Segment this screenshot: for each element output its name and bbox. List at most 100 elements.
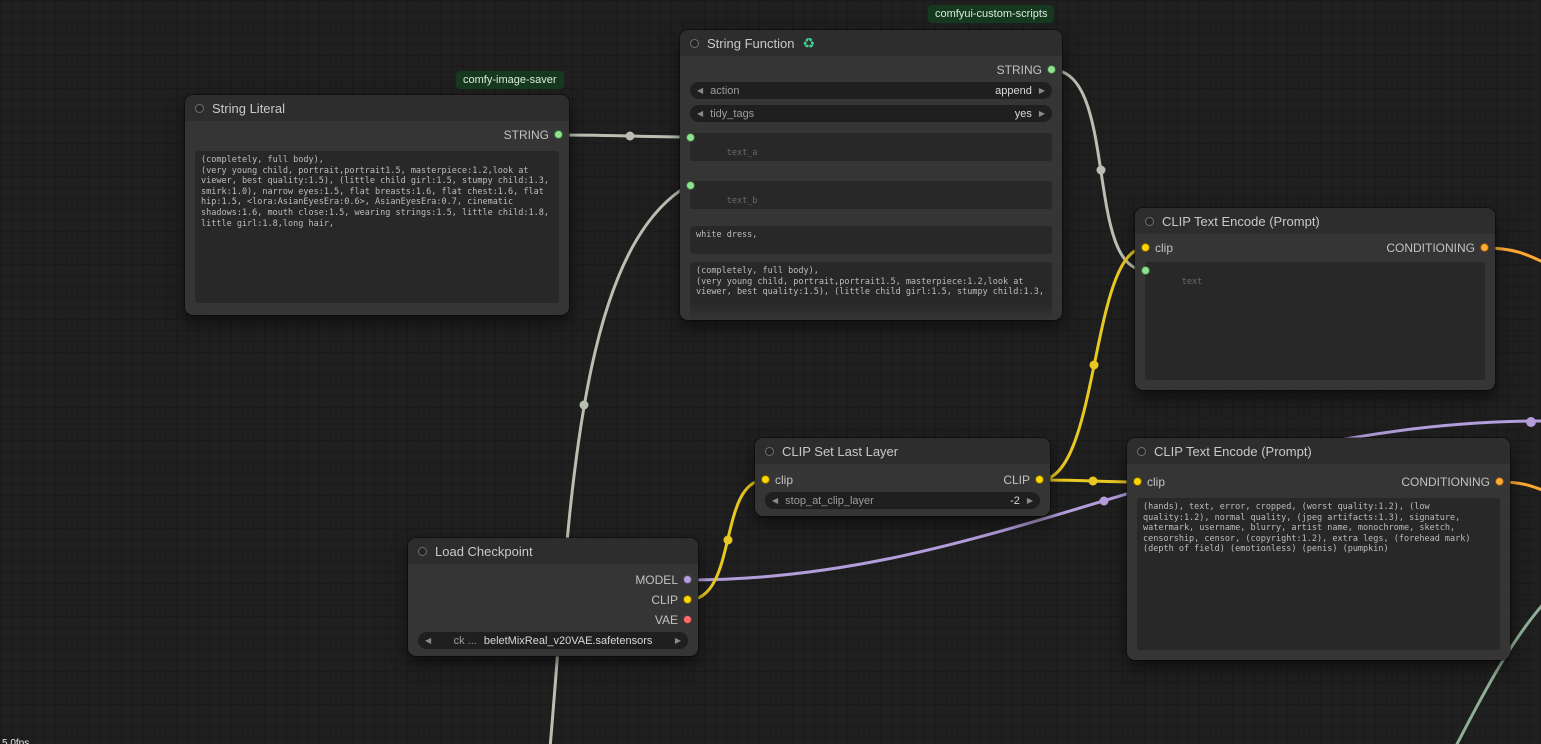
negative-prompt-textarea[interactable]: (hands), text, error, cropped, (worst qu… — [1137, 498, 1500, 650]
model-output-slot: MODEL — [408, 570, 698, 590]
link-midpoint-dot — [1089, 477, 1098, 486]
clip-output-slot: CLIP — [408, 590, 698, 610]
widget-label: stop_at_clip_layer — [785, 495, 874, 507]
widget-label: tidy_tags — [710, 108, 754, 120]
node-title-bar[interactable]: CLIP Text Encode (Prompt) — [1127, 438, 1510, 464]
clip-output-port[interactable] — [683, 595, 692, 604]
collapse-dot-icon[interactable] — [1145, 217, 1154, 226]
ckpt-name-widget[interactable]: ck ... beletMixReal_v20VAE.safetensors — [418, 632, 688, 649]
link-endpoint-dot — [1526, 417, 1536, 427]
text-a-label: text_a — [727, 148, 758, 158]
clip-input-port[interactable] — [1141, 243, 1150, 252]
output-label: STRING — [504, 128, 549, 142]
stop-at-clip-layer-widget[interactable]: stop_at_clip_layer -2 — [765, 492, 1040, 509]
node-title: String Function — [707, 36, 794, 51]
vae-output-label: VAE — [655, 613, 678, 627]
node-clip-set-last-layer[interactable]: CLIP Set Last Layer clip CLIP stop_at_cl… — [755, 438, 1050, 516]
output-slot-string: STRING — [680, 60, 1062, 80]
link-midpoint-dot — [1090, 361, 1099, 370]
link-midpoint-dot — [626, 132, 635, 141]
tidy-tags-widget[interactable]: tidy_tags yes — [690, 105, 1052, 122]
node-title-bar[interactable]: String Function ♻ — [680, 30, 1062, 56]
clip-input-label: clip — [1147, 475, 1165, 489]
link-midpoint-dot — [580, 401, 589, 410]
node-title-bar[interactable]: String Literal — [185, 95, 569, 121]
recycle-icon: ♻ — [802, 36, 815, 50]
text-a-input-port[interactable] — [686, 133, 695, 142]
clip-clip-row: clip CLIP — [755, 470, 1050, 490]
node-load-checkpoint[interactable]: Load Checkpoint MODEL CLIP VAE ck ... be… — [408, 538, 698, 656]
node-string-function[interactable]: String Function ♻ STRING action append t… — [680, 30, 1062, 320]
widget-value: yes — [1015, 108, 1032, 120]
node-title: CLIP Set Last Layer — [782, 444, 898, 459]
link-midpoint-dot — [1097, 166, 1106, 175]
text-c-textarea[interactable]: white dress, — [690, 226, 1052, 254]
conditioning-output-port[interactable] — [1480, 243, 1489, 252]
collapse-dot-icon[interactable] — [690, 39, 699, 48]
vae-output-slot: VAE — [408, 610, 698, 630]
action-widget[interactable]: action append — [690, 82, 1052, 99]
node-source-badge: comfy-image-saver — [456, 71, 564, 89]
conditioning-output-label: CONDITIONING — [1401, 475, 1490, 489]
clip-input-port[interactable] — [761, 475, 770, 484]
node-title: CLIP Text Encode (Prompt) — [1154, 444, 1312, 459]
collapse-dot-icon[interactable] — [1137, 447, 1146, 456]
model-output-label: MODEL — [635, 573, 678, 587]
arrow-right-icon[interactable] — [1027, 497, 1033, 505]
string-literal-textarea[interactable]: (completely, full body), (very young chi… — [195, 151, 559, 303]
node-title-bar[interactable]: CLIP Set Last Layer — [755, 438, 1050, 464]
widget-value: beletMixReal_v20VAE.safetensors — [484, 635, 653, 647]
link-midpoint-dot — [1100, 497, 1109, 506]
conditioning-output-port[interactable] — [1495, 477, 1504, 486]
link-midpoint-dot — [724, 536, 733, 545]
text-a-input-strip: text_a — [690, 133, 1052, 161]
node-clip-text-encode-bottom[interactable]: CLIP Text Encode (Prompt) clip CONDITION… — [1127, 438, 1510, 660]
widget-label: ck ... — [454, 635, 477, 647]
node-title-bar[interactable]: CLIP Text Encode (Prompt) — [1135, 208, 1495, 234]
clip-input-label: clip — [775, 473, 793, 487]
node-title: Load Checkpoint — [435, 544, 533, 559]
output-slot-string: STRING — [185, 125, 569, 145]
widget-value: append — [995, 85, 1032, 97]
vae-output-port[interactable] — [683, 615, 692, 624]
text-b-label: text_b — [727, 196, 758, 206]
collapse-dot-icon[interactable] — [418, 547, 427, 556]
arrow-right-icon[interactable] — [1039, 87, 1045, 95]
arrow-left-icon[interactable] — [772, 497, 778, 505]
model-output-port[interactable] — [683, 575, 692, 584]
collapse-dot-icon[interactable] — [765, 447, 774, 456]
widget-label: action — [710, 85, 739, 97]
graph-canvas[interactable]: comfy-image-saver comfyui-custom-scripts… — [0, 0, 1541, 744]
text-textarea[interactable]: text — [1145, 262, 1485, 380]
clip-output-label: CLIP — [651, 593, 678, 607]
output-label: STRING — [997, 63, 1042, 77]
node-string-literal[interactable]: String Literal STRING (completely, full … — [185, 95, 569, 315]
text-input-port[interactable] — [1141, 266, 1150, 275]
result-preview-textarea[interactable]: (completely, full body), (very young chi… — [690, 262, 1052, 320]
conditioning-output-label: CONDITIONING — [1386, 241, 1475, 255]
node-title: String Literal — [212, 101, 285, 116]
text-b-input-strip: text_b — [690, 181, 1052, 209]
fps-counter: 5.0fps — [2, 738, 29, 744]
text-placeholder: text — [1182, 277, 1202, 287]
text-b-input-port[interactable] — [686, 181, 695, 190]
arrow-right-icon[interactable] — [1039, 110, 1045, 118]
arrow-right-icon[interactable] — [675, 637, 681, 645]
clip-output-label: CLIP — [1003, 473, 1030, 487]
collapse-dot-icon[interactable] — [195, 104, 204, 113]
clip-conditioning-row: clip CONDITIONING — [1135, 238, 1495, 258]
string-output-port[interactable] — [1047, 65, 1056, 74]
clip-input-port[interactable] — [1133, 477, 1142, 486]
node-title: CLIP Text Encode (Prompt) — [1162, 214, 1320, 229]
arrow-left-icon[interactable] — [697, 110, 703, 118]
node-source-badge: comfyui-custom-scripts — [928, 5, 1054, 23]
node-title-bar[interactable]: Load Checkpoint — [408, 538, 698, 564]
arrow-left-icon[interactable] — [697, 87, 703, 95]
node-clip-text-encode-top[interactable]: CLIP Text Encode (Prompt) clip CONDITION… — [1135, 208, 1495, 390]
clip-output-port[interactable] — [1035, 475, 1044, 484]
clip-input-label: clip — [1155, 241, 1173, 255]
clip-conditioning-row: clip CONDITIONING — [1127, 472, 1510, 492]
wire-string-literal-to-text-a — [559, 135, 689, 137]
string-output-port[interactable] — [554, 130, 563, 139]
widget-value: -2 — [1010, 495, 1020, 507]
